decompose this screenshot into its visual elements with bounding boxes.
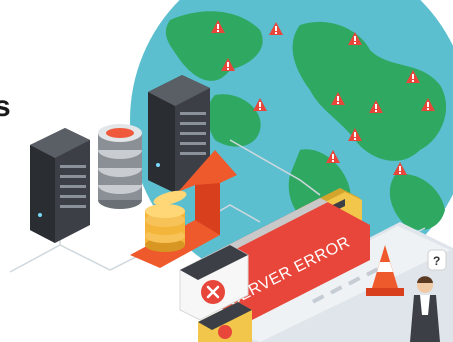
question-mark: ? [433, 254, 440, 268]
server-rack-left [30, 128, 90, 243]
illustration-canvas: SERVER ERROR ? [9, 0, 453, 342]
question-bubble: ? [427, 249, 447, 271]
database-stack [98, 124, 142, 209]
server-error-illustration: s SERVER ERROR ? [0, 0, 453, 342]
